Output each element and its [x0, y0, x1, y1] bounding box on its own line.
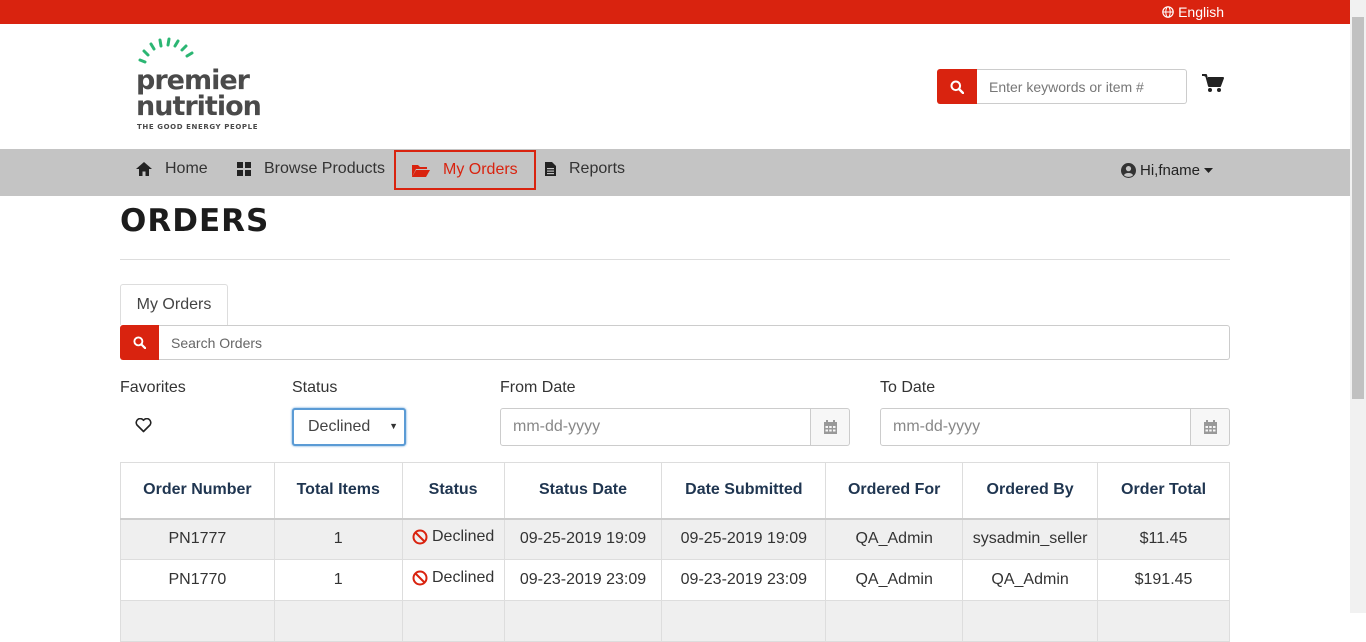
divider [120, 259, 1230, 260]
order-search-input[interactable] [159, 325, 1230, 360]
ban-icon [412, 570, 428, 586]
grid-icon [237, 162, 251, 176]
total-items-cell: 1 [273, 559, 403, 601]
orders-table: Order Number Total Items Status Status D… [120, 462, 1230, 642]
tab-my-orders[interactable]: My Orders [120, 284, 228, 325]
file-icon [545, 162, 556, 176]
column-header-status[interactable]: Status [401, 462, 505, 519]
to-date-picker [880, 408, 1230, 446]
column-header-ordered-for[interactable]: Ordered For [825, 462, 964, 519]
column-header-ordered-by[interactable]: Ordered By [962, 462, 1099, 519]
user-menu[interactable]: Hi,fname [1121, 162, 1214, 179]
nav-browse-products[interactable]: Browse Products [237, 149, 385, 189]
column-header-status-date[interactable]: Status Date [503, 462, 663, 519]
status-select[interactable]: Declined ▼ [292, 408, 406, 446]
nav-label: Browse Products [264, 160, 385, 177]
shopping-cart-icon [1202, 74, 1224, 92]
from-date-picker [500, 408, 850, 446]
globe-icon [1162, 6, 1174, 18]
cart-button[interactable] [1202, 73, 1224, 98]
status-cell: Declined [401, 518, 505, 560]
status-text: Declined [432, 528, 495, 546]
calendar-icon [1203, 420, 1217, 434]
nav-reports[interactable]: Reports [545, 149, 625, 189]
table-row[interactable]: PN1770 1 Declined 09-23-2019 23:09 09-23… [120, 559, 1230, 601]
order-search-button[interactable] [120, 325, 159, 360]
ordered-by-cell: QA_Admin [962, 559, 1099, 601]
status-text: Declined [432, 569, 495, 586]
table-row[interactable]: PN1777 1 Declined 09-25-2019 19:09 09-25… [120, 518, 1230, 560]
order-search [120, 325, 1230, 360]
column-header-order-total[interactable]: Order Total [1097, 462, 1230, 519]
nav-label: My Orders [443, 161, 518, 178]
date-submitted-cell: 09-23-2019 23:09 [661, 559, 827, 601]
to-date-label: To Date [880, 379, 936, 396]
premier-nutrition-logo[interactable]: premier nutrition THE GOOD ENERGY PEOPLE [136, 36, 276, 132]
language-selector[interactable]: English [1162, 4, 1224, 20]
order-total-cell: $11.45 [1097, 518, 1230, 560]
site-search [937, 69, 1187, 104]
order-total-cell: $191.45 [1097, 559, 1230, 601]
user-circle-icon [1121, 163, 1136, 178]
folder-open-icon [412, 164, 430, 177]
search-icon [133, 336, 146, 349]
from-date-calendar-button[interactable] [811, 408, 850, 446]
favorites-toggle[interactable] [135, 417, 152, 438]
order-number-cell[interactable]: PN1770 [120, 559, 275, 601]
search-button[interactable] [937, 69, 977, 104]
select-arrow-icon: ▼ [389, 421, 398, 431]
column-header-date-submitted[interactable]: Date Submitted [661, 462, 827, 519]
total-items-cell: 1 [273, 518, 403, 560]
page-title: ORDERS [120, 203, 270, 239]
column-header-order-number[interactable]: Order Number [120, 462, 275, 519]
to-date-input[interactable] [880, 408, 1191, 446]
ban-icon [412, 529, 428, 545]
nav-home[interactable]: Home [136, 149, 208, 189]
nav-label: Home [165, 160, 208, 177]
calendar-icon [823, 420, 837, 434]
top-bar: English [0, 0, 1350, 24]
nav-my-orders[interactable]: My Orders [394, 150, 536, 190]
status-selected-value: Declined [308, 418, 371, 435]
site-header: premier nutrition THE GOOD ENERGY PEOPLE [0, 24, 1350, 149]
order-number-cell[interactable]: PN1777 [120, 518, 275, 560]
search-icon [950, 80, 964, 94]
table-header-row: Order Number Total Items Status Status D… [120, 462, 1230, 519]
ordered-for-cell: QA_Admin [825, 559, 964, 601]
logo-tagline: THE GOOD ENERGY PEOPLE [137, 123, 259, 131]
column-header-total-items[interactable]: Total Items [273, 462, 403, 519]
status-label: Status [292, 379, 338, 396]
search-input[interactable] [977, 69, 1187, 104]
to-date-calendar-button[interactable] [1191, 408, 1230, 446]
heart-icon [135, 417, 152, 433]
logo-wordmark: premier nutrition [136, 65, 262, 122]
caret-down-icon [1204, 168, 1214, 173]
scrollbar-thumb[interactable] [1352, 17, 1364, 399]
from-date-label: From Date [500, 379, 576, 396]
scrollbar[interactable] [1350, 0, 1366, 613]
favorites-label: Favorites [120, 379, 186, 396]
logo-sunburst-icon [138, 37, 194, 64]
main-nav: Home Browse Products My Orders Reports H… [0, 149, 1350, 196]
date-submitted-cell: 09-25-2019 19:09 [661, 518, 827, 560]
table-row[interactable] [120, 600, 1230, 642]
ordered-for-cell: QA_Admin [825, 518, 964, 560]
home-icon [136, 162, 152, 176]
status-date-cell: 09-25-2019 19:09 [503, 518, 663, 560]
status-cell: Declined [401, 559, 505, 601]
user-greeting: Hi,fname [1140, 162, 1201, 179]
from-date-input[interactable] [500, 408, 811, 446]
nav-label: Reports [569, 160, 626, 177]
ordered-by-cell: sysadmin_seller [962, 518, 1099, 560]
language-label: English [1178, 4, 1224, 20]
status-date-cell: 09-23-2019 23:09 [503, 559, 663, 601]
